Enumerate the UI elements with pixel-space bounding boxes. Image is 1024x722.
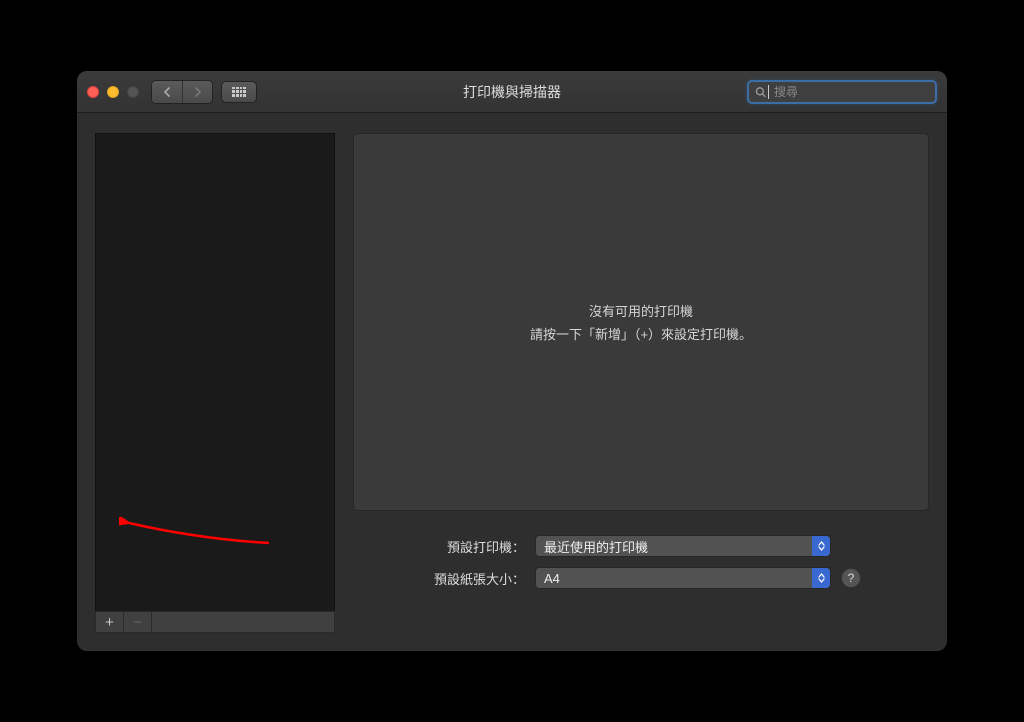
detail-pane: 沒有可用的打印機 請按一下「新增」（+）來設定打印機。 <box>353 133 929 511</box>
titlebar: 打印機與掃描器 <box>77 71 947 113</box>
show-all-button[interactable] <box>221 81 257 103</box>
list-footer: + − <box>95 611 335 633</box>
default-paper-label: 預設紙張大小： <box>353 569 525 588</box>
default-paper-row: 預設紙張大小： A4 ? <box>353 567 923 589</box>
forward-button[interactable] <box>182 81 212 103</box>
search-icon <box>755 86 766 98</box>
help-button[interactable]: ? <box>841 568 861 588</box>
printer-list[interactable] <box>95 133 335 611</box>
chevron-right-icon <box>194 87 202 97</box>
sidebar: + − <box>95 133 335 633</box>
select-stepper-icon <box>812 568 830 588</box>
default-printer-label: 預設打印機： <box>353 537 525 556</box>
close-button[interactable] <box>87 86 99 98</box>
grid-icon <box>232 87 246 97</box>
text-cursor <box>768 85 769 99</box>
search-field[interactable] <box>747 80 937 104</box>
default-printer-row: 預設打印機： 最近使用的打印機 <box>353 535 923 557</box>
main: 沒有可用的打印機 請按一下「新增」（+）來設定打印機。 預設打印機： 最近使用的… <box>353 133 929 633</box>
remove-printer-button: − <box>124 612 152 632</box>
back-button[interactable] <box>152 81 182 103</box>
select-stepper-icon <box>812 536 830 556</box>
default-printer-value: 最近使用的打印機 <box>544 537 648 556</box>
traffic-lights <box>87 86 139 98</box>
empty-sub: 請按一下「新增」（+）來設定打印機。 <box>530 324 752 343</box>
minimize-button[interactable] <box>107 86 119 98</box>
nav-buttons <box>151 80 213 104</box>
empty-title: 沒有可用的打印機 <box>589 301 693 320</box>
search-input[interactable] <box>774 85 929 99</box>
preferences-window: 打印機與掃描器 + − 沒有可用的打印機 請按一下「新增」（+）來設定打印機。 <box>77 71 947 651</box>
zoom-button[interactable] <box>127 86 139 98</box>
default-paper-value: A4 <box>544 571 560 586</box>
default-paper-select[interactable]: A4 <box>535 567 831 589</box>
settings: 預設打印機： 最近使用的打印機 預設紙張大小： A4 <box>353 535 929 599</box>
default-printer-select[interactable]: 最近使用的打印機 <box>535 535 831 557</box>
chevron-left-icon <box>163 87 171 97</box>
body: + − 沒有可用的打印機 請按一下「新增」（+）來設定打印機。 預設打印機： 最… <box>77 113 947 651</box>
add-printer-button[interactable]: + <box>96 612 124 632</box>
